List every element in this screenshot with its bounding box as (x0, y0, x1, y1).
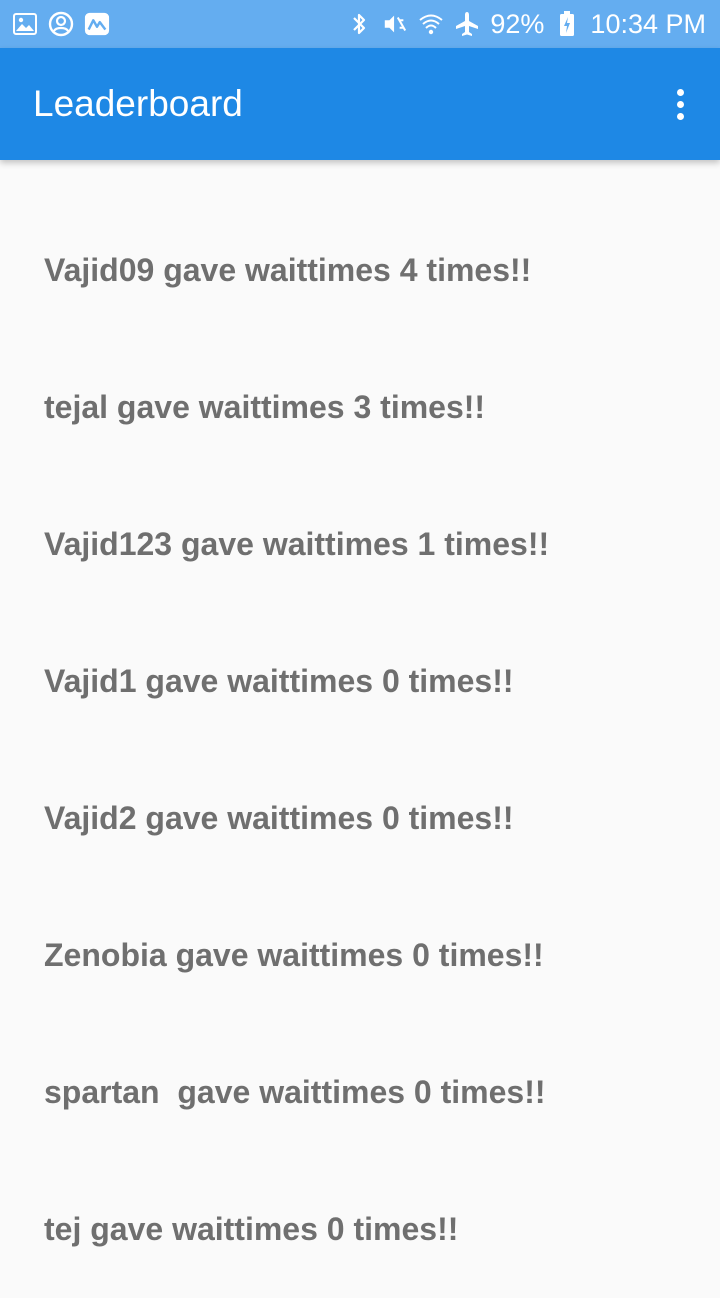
mute-vibrate-icon (382, 11, 408, 37)
more-vert-icon-dot (676, 100, 684, 108)
gallery-icon (12, 11, 38, 37)
status-left-icons (12, 11, 110, 37)
more-vert-icon (676, 88, 684, 96)
list-item-text: Zenobia gave waittimes 0 times!! (44, 937, 544, 973)
clock: 10:34 PM (590, 8, 706, 39)
list-item[interactable]: tejal gave waittimes 3 times!! (0, 339, 720, 476)
more-vert-icon-dot (676, 112, 684, 120)
list-item[interactable]: spartan gave waittimes 0 times!! (0, 1024, 720, 1161)
wifi-icon (418, 11, 444, 37)
more-options-button[interactable] (660, 80, 700, 128)
battery-charging-icon (554, 11, 580, 37)
list-item[interactable]: Vajid123 gave waittimes 1 times!! (0, 476, 720, 613)
list-item-text: Vajid2 gave waittimes 0 times!! (44, 800, 514, 836)
list-item[interactable]: tej gave waittimes 0 times!! (0, 1161, 720, 1298)
list-item-text: tej gave waittimes 0 times!! (44, 1211, 459, 1247)
list-item[interactable]: Vajid1 gave waittimes 0 times!! (0, 613, 720, 750)
status-right-icons: 92% 10:34 PM (346, 9, 706, 40)
airplane-mode-icon (454, 11, 480, 37)
app-notification-icon (84, 11, 110, 37)
page-title: Leaderboard (33, 83, 243, 124)
list-item-text: spartan gave waittimes 0 times!! (44, 1074, 546, 1110)
list-item-text: tejal gave waittimes 3 times!! (44, 389, 486, 425)
app-bar: Leaderboard (0, 48, 720, 160)
list-item[interactable]: Vajid2 gave waittimes 0 times!! (0, 750, 720, 887)
status-bar: 92% 10:34 PM (0, 0, 720, 48)
list-item[interactable]: Vajid09 gave waittimes 4 times!! (0, 202, 720, 339)
list-item[interactable]: Zenobia gave waittimes 0 times!! (0, 887, 720, 1024)
leaderboard-list[interactable]: Vajid09 gave waittimes 4 times!! tejal g… (0, 160, 720, 1298)
bluetooth-icon (346, 11, 372, 37)
battery-percent: 92% (490, 8, 545, 39)
list-item-text: Vajid1 gave waittimes 0 times!! (44, 663, 514, 699)
list-item-text: Vajid123 gave waittimes 1 times!! (44, 526, 550, 562)
list-item-text: Vajid09 gave waittimes 4 times!! (44, 252, 532, 288)
account-circle-icon (48, 11, 74, 37)
